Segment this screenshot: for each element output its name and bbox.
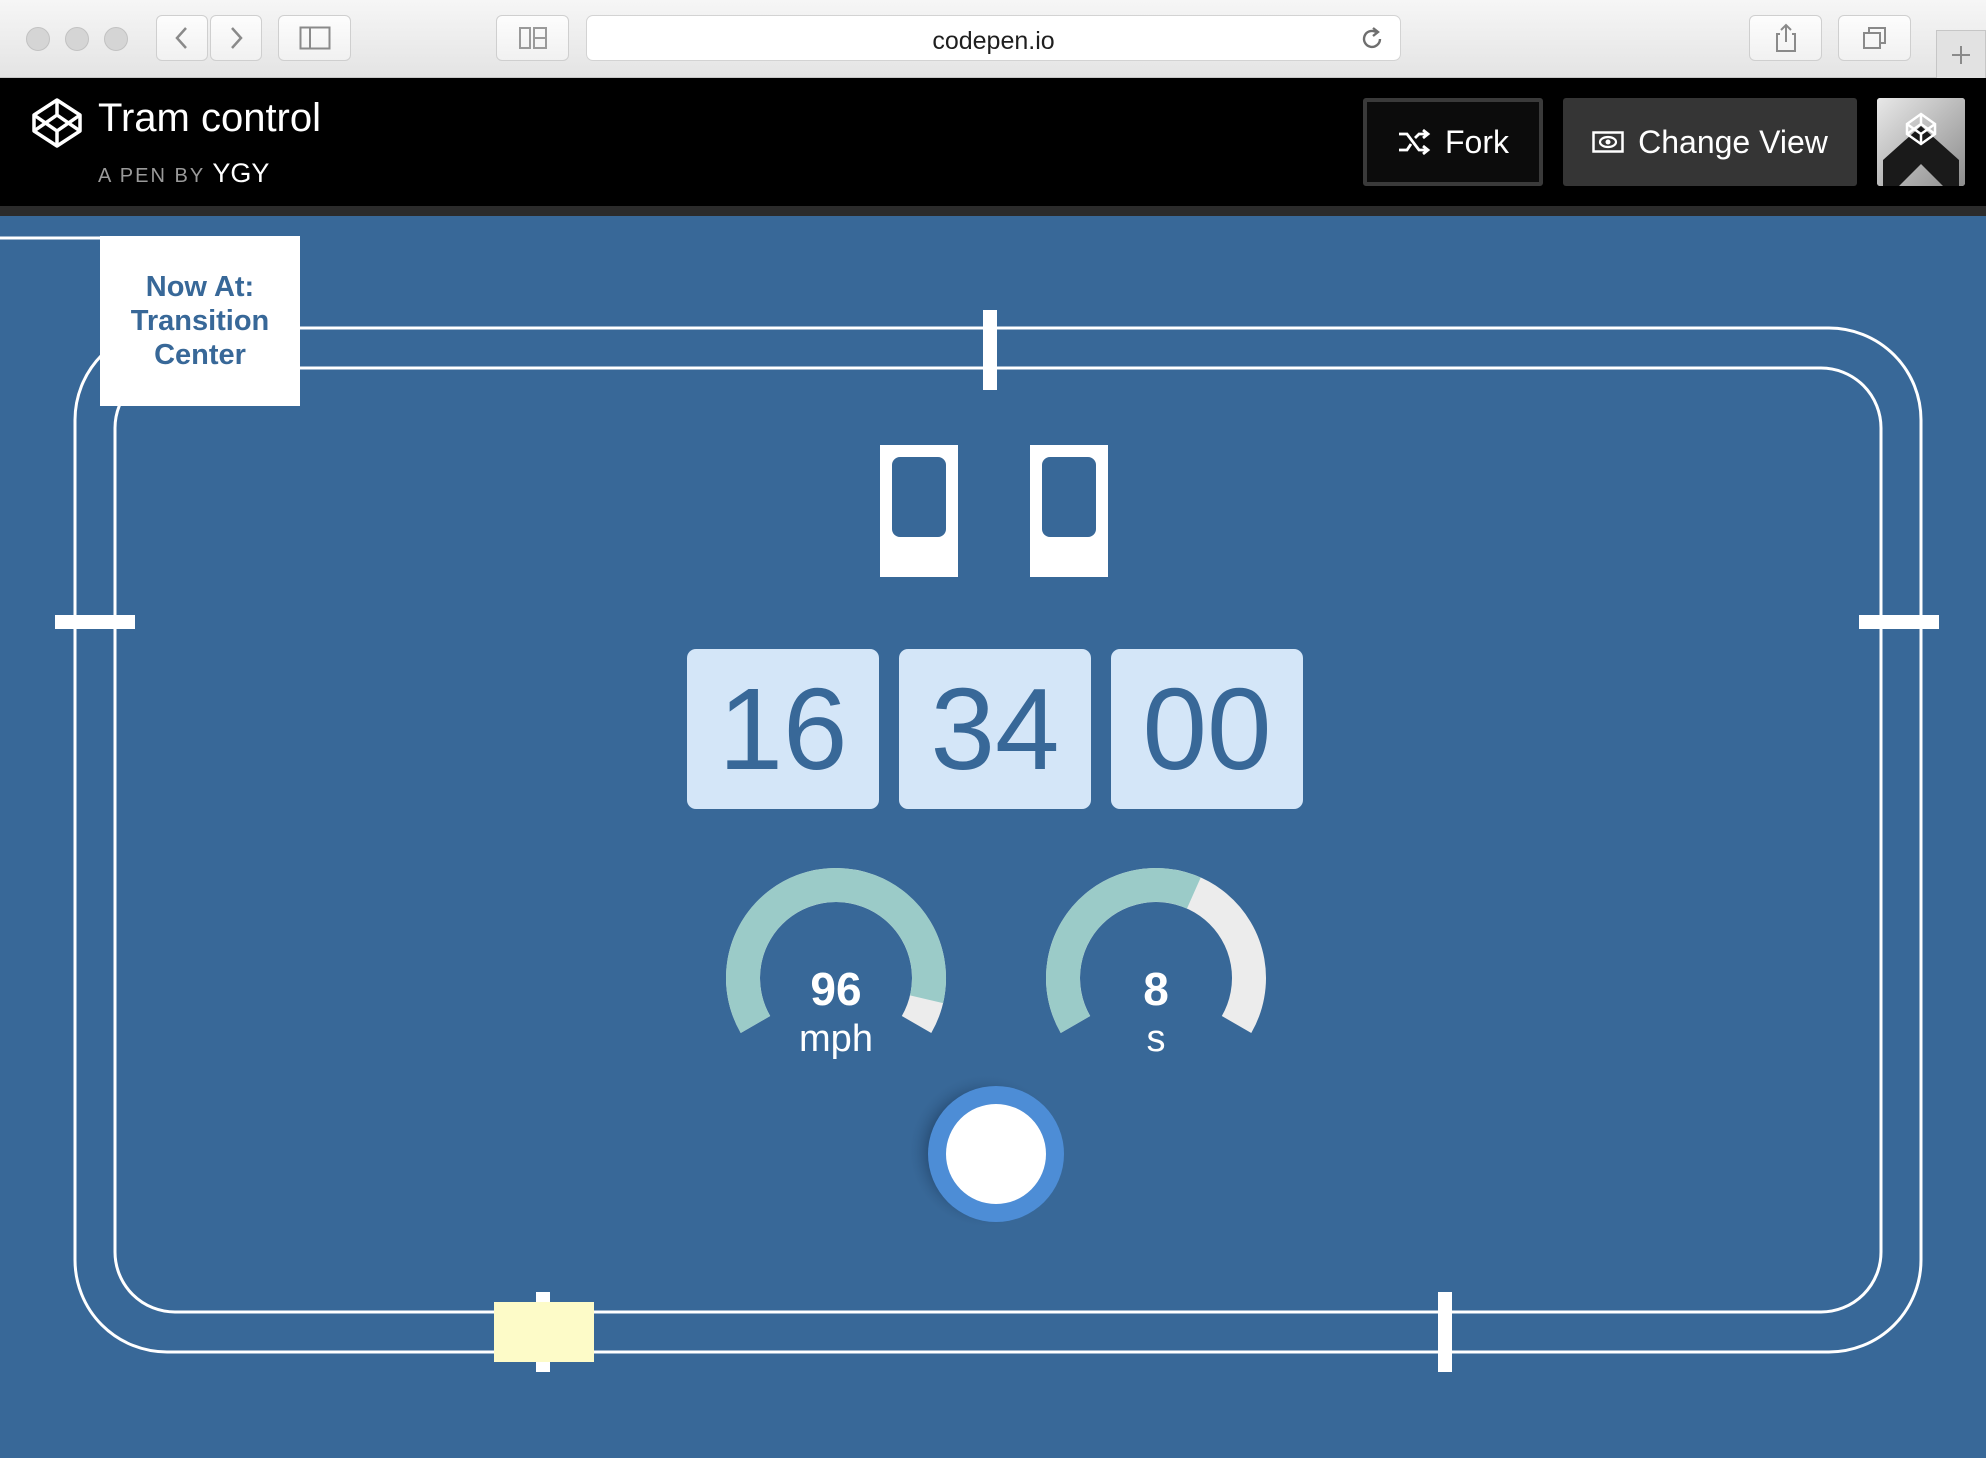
station-name-line2: Center bbox=[154, 339, 246, 371]
codepen-header: Tram control A PEN BY YGY Fork Change Vi… bbox=[0, 78, 1986, 206]
forward-button[interactable] bbox=[210, 15, 262, 61]
speed-gauge: 96 mph bbox=[716, 866, 956, 1076]
plus-icon bbox=[1952, 45, 1970, 64]
header-divider bbox=[0, 206, 1986, 216]
reload-icon[interactable] bbox=[1358, 25, 1386, 53]
current-station-panel: Now At: Transition Center bbox=[100, 236, 300, 406]
right-door-window bbox=[1042, 457, 1096, 537]
sidebar-icon bbox=[299, 26, 330, 50]
clock-hours: 16 bbox=[687, 649, 879, 809]
new-tab-button[interactable] bbox=[1936, 30, 1986, 78]
fork-label: Fork bbox=[1445, 123, 1509, 160]
tabs-icon bbox=[1862, 27, 1886, 49]
byline-prefix: A PEN BY bbox=[98, 165, 205, 187]
speed-unit: mph bbox=[799, 1018, 873, 1060]
url-text: codepen.io bbox=[932, 27, 1055, 55]
share-icon bbox=[1775, 23, 1796, 52]
countdown-value: 8 bbox=[1143, 963, 1169, 1015]
codepen-logo-icon[interactable] bbox=[30, 96, 84, 150]
countdown-unit: s bbox=[1146, 1018, 1166, 1060]
station-marker-bottom bbox=[1438, 1292, 1452, 1372]
tram-car bbox=[494, 1302, 594, 1362]
chevron-left-icon bbox=[175, 27, 187, 49]
station-marker-top bbox=[983, 310, 997, 390]
extension-icon bbox=[518, 27, 547, 49]
left-door-window bbox=[892, 457, 946, 537]
countdown-gauge: 8 s bbox=[1036, 866, 1276, 1076]
change-view-label: Change View bbox=[1638, 123, 1828, 160]
tabs-overview-button[interactable] bbox=[1838, 15, 1911, 61]
now-at-label: Now At: bbox=[145, 271, 255, 303]
pen-byline: A PEN BY YGY bbox=[98, 158, 269, 189]
change-view-button[interactable]: Change View bbox=[1563, 98, 1857, 186]
tram-control-stage: Now At: Transition Center 16 34 00 96 mp… bbox=[0, 216, 1986, 1458]
station-name-line1: Transition bbox=[130, 305, 270, 337]
share-button[interactable] bbox=[1749, 15, 1822, 61]
pen-title: Tram control bbox=[98, 96, 322, 140]
chevron-right-icon bbox=[231, 27, 243, 49]
tram-control-button[interactable] bbox=[905, 1071, 1065, 1231]
fork-icon bbox=[1397, 129, 1431, 155]
eye-icon bbox=[1592, 130, 1624, 154]
clock-seconds: 00 bbox=[1111, 649, 1303, 809]
station-marker-left bbox=[55, 615, 135, 629]
right-door[interactable] bbox=[1030, 445, 1108, 577]
user-avatar[interactable] bbox=[1877, 98, 1965, 186]
clock-minutes: 34 bbox=[899, 649, 1091, 809]
back-button[interactable] bbox=[156, 15, 208, 61]
speed-value: 96 bbox=[810, 963, 862, 1015]
browser-toolbar: codepen.io bbox=[0, 0, 1986, 78]
minimize-window-button[interactable] bbox=[65, 27, 89, 51]
pen-author-link[interactable]: YGY bbox=[212, 158, 269, 188]
left-door[interactable] bbox=[880, 445, 958, 577]
extension-button[interactable] bbox=[496, 15, 569, 61]
close-window-button[interactable] bbox=[26, 27, 50, 51]
fork-button[interactable]: Fork bbox=[1363, 98, 1543, 186]
address-bar[interactable]: codepen.io bbox=[586, 15, 1401, 61]
station-marker-right bbox=[1859, 615, 1939, 629]
sidebar-toggle-button[interactable] bbox=[278, 15, 351, 61]
zoom-window-button[interactable] bbox=[104, 27, 128, 51]
